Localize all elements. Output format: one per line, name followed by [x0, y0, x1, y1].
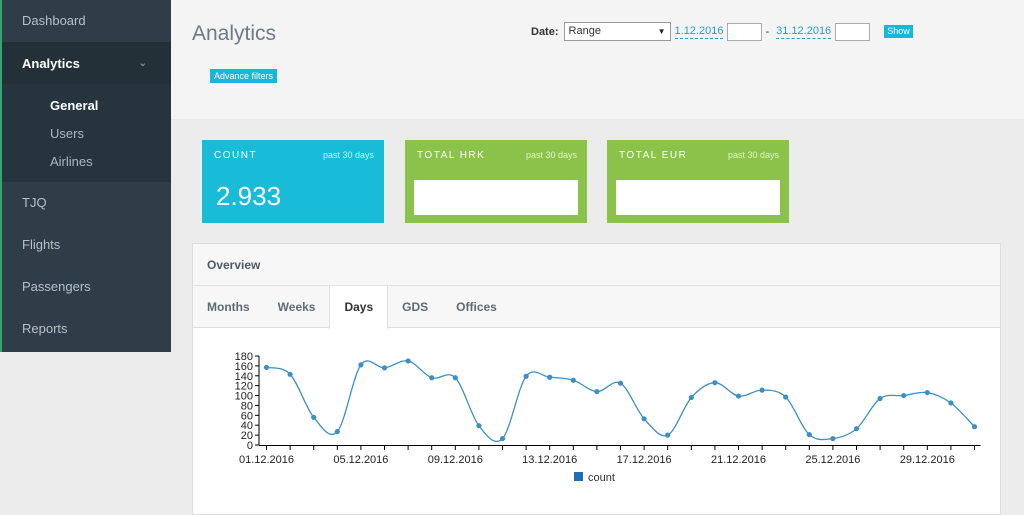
date-separator: -: [765, 25, 770, 38]
series-count-point: [735, 393, 742, 399]
x-axis-tick-label: 25.12.2016: [805, 454, 860, 466]
sidebar-item-label: Reports: [22, 321, 68, 336]
date-to-input[interactable]: [835, 22, 871, 41]
show-button[interactable]: Show: [884, 25, 913, 38]
sidebar-item-label: Analytics: [22, 56, 80, 71]
overview-title: Overview: [193, 244, 1000, 286]
sidebar-item-label: Flights: [22, 237, 61, 252]
y-axis-tick-label: 180: [235, 351, 253, 363]
analytics-subnav: General Users Airlines: [2, 84, 171, 182]
series-count-point: [263, 364, 270, 370]
sidebar-subitem-airlines[interactable]: Airlines: [2, 148, 171, 176]
series-count-line: [266, 360, 975, 443]
tab-weeks[interactable]: Weeks: [264, 286, 330, 328]
series-count-point: [476, 423, 482, 429]
x-axis-tick-label: 29.12.2016: [900, 454, 955, 466]
date-label: Date:: [531, 25, 559, 38]
overview-tabs: Months Weeks Days GDS Offices: [193, 286, 1000, 329]
advanced-filters-button[interactable]: Advance filters: [210, 69, 278, 83]
sidebar-item-label: Passengers: [22, 279, 91, 294]
total-hrk-card-period: past 30 days: [525, 150, 577, 160]
page-title: Analytics: [192, 22, 277, 45]
sidebar-item-reports[interactable]: Reports: [2, 308, 171, 350]
x-axis-tick-label: 21.12.2016: [711, 454, 766, 466]
series-count-point: [641, 416, 647, 422]
series-count-point: [570, 377, 576, 383]
series-count-point: [311, 414, 317, 420]
series-count-point: [358, 362, 364, 368]
series-count-point: [429, 375, 435, 381]
total-eur-card: TOTAL EUR past 30 days: [607, 140, 789, 223]
total-eur-card-period: past 30 days: [727, 150, 779, 160]
series-count-point: [853, 426, 860, 432]
series-count-point: [688, 394, 694, 401]
series-count-point: [547, 374, 553, 380]
count-card-period: past 30 days: [322, 150, 374, 160]
x-axis-tick-label: 17.12.2016: [617, 454, 672, 466]
sidebar-item-label: TJQ: [22, 195, 47, 210]
series-count-point: [452, 375, 458, 381]
series-count-point: [287, 371, 293, 377]
overview-panel: Overview Months Weeks Days GDS Offices 0…: [192, 243, 1001, 515]
series-count-point: [806, 432, 812, 438]
total-eur-card-title: TOTAL EUR: [619, 150, 688, 161]
days-chart-area: 0 20 40 60 80 100 120 140 160 180 01.12.2016 05.12.…: [193, 329, 1000, 515]
sidebar-item-analytics[interactable]: Analytics ⌄: [2, 42, 171, 84]
series-count-point: [617, 380, 624, 386]
sidebar-item-flights[interactable]: Flights: [2, 224, 171, 266]
dropdown-arrow-icon: ▼: [657, 27, 666, 36]
series-count-point: [924, 389, 930, 396]
series-count-point: [594, 389, 600, 395]
tab-months[interactable]: Months: [193, 286, 264, 328]
series-count-point: [712, 380, 718, 386]
count-card-title: COUNT: [214, 150, 258, 161]
x-axis-tick-label: 13.12.2016: [522, 454, 577, 466]
series-count-point: [877, 395, 883, 402]
x-axis-tick-label: 05.12.2016: [333, 454, 388, 466]
date-range-select-value: Range: [568, 25, 601, 37]
total-eur-value-box: [616, 180, 780, 215]
date-to-link[interactable]: 31.12.2016: [776, 25, 832, 39]
series-count-point: [381, 365, 388, 371]
date-filter-bar: Date: Range ▼ 1.12.2016 - 31.12.2016 Sho…: [531, 22, 913, 41]
series-count-point: [759, 387, 765, 393]
sidebar-item-dashboard[interactable]: Dashboard: [2, 0, 171, 42]
sidebar-subitem-users[interactable]: Users: [2, 120, 171, 148]
sidebar-item-passengers[interactable]: Passengers: [2, 266, 171, 308]
series-count-point: [334, 429, 340, 435]
sidebar-item-tjq[interactable]: TJQ: [2, 182, 171, 224]
sidebar: Dashboard Analytics ⌄ General Users Airl…: [0, 0, 171, 352]
series-count-point: [405, 358, 411, 364]
total-hrk-card-title: TOTAL HRK: [417, 150, 486, 161]
series-count-point: [901, 392, 907, 399]
series-count-point: [971, 424, 978, 430]
date-range-select[interactable]: Range ▼: [563, 22, 671, 41]
tab-days[interactable]: Days: [329, 286, 389, 329]
total-hrk-card: TOTAL HRK past 30 days: [405, 140, 587, 223]
series-count-point: [523, 373, 529, 379]
series-count-point: [783, 394, 789, 400]
date-from-link[interactable]: 1.12.2016: [674, 25, 724, 39]
page-header: Analytics Advance filters Date: Range ▼ …: [171, 0, 1024, 120]
sidebar-subitem-general[interactable]: General: [2, 92, 171, 120]
date-from-input[interactable]: [727, 22, 763, 41]
series-count-point: [948, 400, 954, 406]
tab-offices[interactable]: Offices: [442, 286, 511, 328]
count-card-value: 2.933: [216, 181, 282, 211]
days-line-chart: 02040608010012014016018001.12.2016 05.12.…: [235, 351, 981, 484]
chevron-down-icon: ⌄: [138, 58, 147, 69]
series-count-point: [830, 435, 836, 442]
legend-label-count: count: [588, 472, 615, 484]
count-card: COUNT past 30 days 2.933: [202, 140, 384, 223]
sidebar-item-label: Dashboard: [22, 13, 86, 28]
total-hrk-value-box: [414, 180, 578, 215]
legend-swatch-count: [574, 472, 583, 481]
x-axis-tick-label: 01.12.2016: [239, 454, 294, 466]
series-count-point: [499, 435, 506, 442]
tab-gds[interactable]: GDS: [388, 286, 442, 328]
x-axis-tick-label: 09.12.2016: [428, 454, 483, 466]
series-count-point: [665, 432, 671, 438]
